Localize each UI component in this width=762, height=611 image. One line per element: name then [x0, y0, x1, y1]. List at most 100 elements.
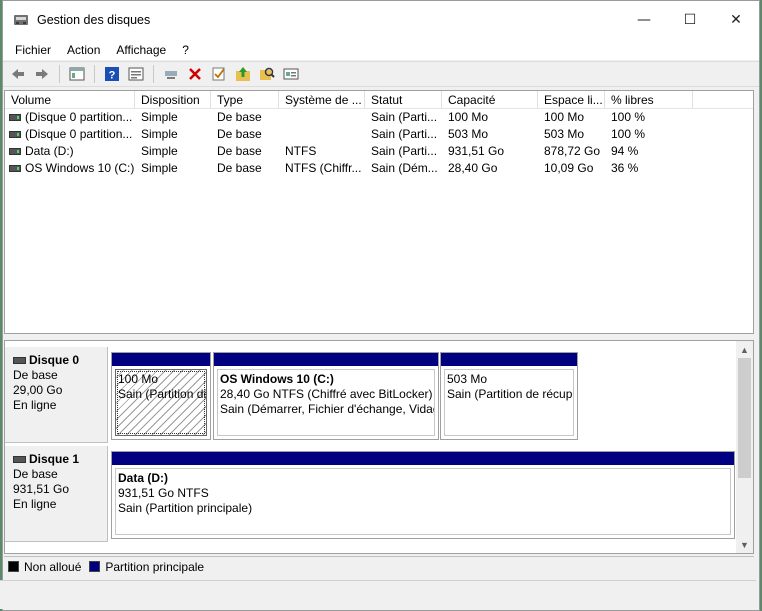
scroll-down-arrow-icon[interactable]: ▼ [736, 536, 753, 553]
type-cell: De base [217, 161, 262, 175]
properties-button[interactable] [125, 63, 147, 85]
column-header-percent-free[interactable]: % libres [605, 91, 693, 109]
percent-free-cell: 94 % [611, 144, 639, 158]
free-space-cell: 503 Mo [544, 127, 585, 141]
partition-name: Data (D:) [118, 471, 168, 485]
capacity-cell: 100 Mo [448, 110, 489, 124]
column-header-volume[interactable]: Volume [5, 91, 135, 109]
properties-icon [128, 67, 144, 81]
disk-row: Disque 0 De base 29,00 Go En ligne 100 M… [5, 347, 738, 443]
volume-list[interactable]: Volume Disposition Type Système de ... S… [4, 90, 754, 334]
toolbar-separator [153, 65, 154, 83]
folder-up-button[interactable] [232, 63, 254, 85]
menu-help[interactable]: ? [174, 43, 197, 57]
disposition-cell: Simple [141, 161, 178, 175]
connect-button[interactable] [160, 63, 182, 85]
column-header-disposition[interactable]: Disposition [135, 91, 211, 109]
disk-name: Disque 0 [13, 353, 107, 368]
partition-type-bar [441, 353, 577, 366]
disk-label[interactable]: Disque 1 De base 931,51 Go En ligne [5, 446, 108, 542]
menu-bar: Fichier Action Affichage ? [3, 39, 759, 61]
menu-affichage[interactable]: Affichage [108, 43, 174, 57]
check-icon [212, 67, 225, 81]
options-button[interactable] [280, 63, 302, 85]
partition-block[interactable]: OS Windows 10 (C:) 28,40 Go NTFS (Chiffr… [213, 352, 439, 440]
scrollbar-thumb[interactable] [738, 358, 751, 478]
toolbar: ? [3, 61, 759, 87]
column-header-free-space[interactable]: Espace li... [538, 91, 605, 109]
options-icon [283, 68, 299, 80]
partition-block[interactable]: 503 Mo Sain (Partition de récup [440, 352, 578, 440]
back-button[interactable] [7, 63, 29, 85]
legend-swatch-unallocated [8, 561, 19, 572]
partition-block[interactable]: Data (D:) 931,51 Go NTFS Sain (Partition… [111, 451, 735, 539]
volume-name: (Disque 0 partition... [25, 127, 133, 141]
column-header-type[interactable]: Type [211, 91, 279, 109]
percent-free-cell: 36 % [611, 161, 639, 175]
toolbar-separator [59, 65, 60, 83]
volume-cell: (Disque 0 partition... [5, 126, 135, 143]
status-cell: Sain (Dém... [371, 161, 438, 175]
partition-name: OS Windows 10 (C:) [220, 372, 334, 386]
legend-label-primary-partition: Partition principale [105, 559, 205, 574]
forward-button[interactable] [31, 63, 53, 85]
filesystem-cell [279, 109, 365, 126]
volume-name: (Disque 0 partition... [25, 110, 133, 124]
partition-block[interactable]: 100 Mo Sain (Partition de [111, 352, 211, 440]
column-header-capacity[interactable]: Capacité [442, 91, 538, 109]
filesystem-cell [279, 126, 365, 143]
disk-size: 29,00 Go [13, 383, 63, 397]
console-tree-button[interactable] [66, 63, 88, 85]
partition-size: 503 Mo [447, 372, 488, 386]
maximize-button[interactable]: ☐ [667, 1, 713, 39]
delete-icon [189, 68, 201, 80]
scroll-up-arrow-icon[interactable]: ▲ [736, 341, 753, 358]
disk-type: De base [13, 368, 58, 382]
help-button[interactable]: ? [101, 63, 123, 85]
volume-cell: (Disque 0 partition... [5, 109, 135, 126]
disk-type: De base [13, 467, 58, 481]
find-button[interactable] [256, 63, 278, 85]
type-cell: De base [217, 127, 262, 141]
menu-action[interactable]: Action [59, 43, 108, 57]
volume-row[interactable]: (Disque 0 partition... Simple De base Sa… [5, 126, 753, 143]
partition-status: Sain (Partition principale) [118, 501, 253, 515]
check-button[interactable] [208, 63, 230, 85]
partition-info: 503 Mo Sain (Partition de récup [444, 369, 574, 436]
menu-fichier[interactable]: Fichier [7, 43, 59, 57]
volume-row[interactable]: (Disque 0 partition... Simple De base Sa… [5, 109, 753, 126]
disposition-cell: Simple [141, 127, 178, 141]
disk-graph-view[interactable]: Disque 0 De base 29,00 Go En ligne 100 M… [4, 340, 754, 554]
disk-label[interactable]: Disque 0 De base 29,00 Go En ligne [5, 347, 108, 443]
disk-size: 931,51 Go [13, 482, 70, 496]
disk-state: En ligne [13, 398, 57, 412]
toolbar-separator [94, 65, 95, 83]
delete-button[interactable] [184, 63, 206, 85]
minimize-button[interactable]: — [621, 1, 667, 39]
status-bar [0, 580, 756, 609]
volume-icon [9, 148, 21, 155]
connect-icon [165, 71, 177, 79]
volume-icon [9, 114, 21, 121]
volume-row[interactable]: Data (D:) Simple De base NTFS Sain (Part… [5, 143, 753, 160]
disk-management-app-icon [14, 15, 28, 25]
column-header-filesystem[interactable]: Système de ... [279, 91, 365, 109]
svg-text:?: ? [109, 70, 116, 82]
disk-icon [13, 456, 26, 463]
close-button[interactable]: ✕ [713, 1, 759, 39]
type-cell: De base [217, 110, 262, 124]
partition-size: 100 Mo [118, 372, 159, 386]
disk-name: Disque 1 [13, 452, 107, 467]
volume-row[interactable]: OS Windows 10 (C:) Simple De base NTFS (… [5, 160, 753, 177]
graph-scrollbar[interactable]: ▲ ▼ [736, 341, 753, 553]
volume-name: Data (D:) [25, 144, 74, 158]
window-title: Gestion des disques [37, 13, 151, 27]
type-cell: De base [217, 144, 262, 158]
capacity-cell: 931,51 Go [448, 144, 505, 158]
partition-info: Data (D:) 931,51 Go NTFS Sain (Partition… [115, 468, 731, 535]
partition-status: Sain (Partition de récup [447, 387, 573, 401]
status-cell: Sain (Parti... [371, 144, 438, 158]
volume-name: OS Windows 10 (C:) [25, 161, 135, 175]
disk-name-text: Disque 0 [29, 353, 80, 367]
column-header-status[interactable]: Statut [365, 91, 442, 109]
